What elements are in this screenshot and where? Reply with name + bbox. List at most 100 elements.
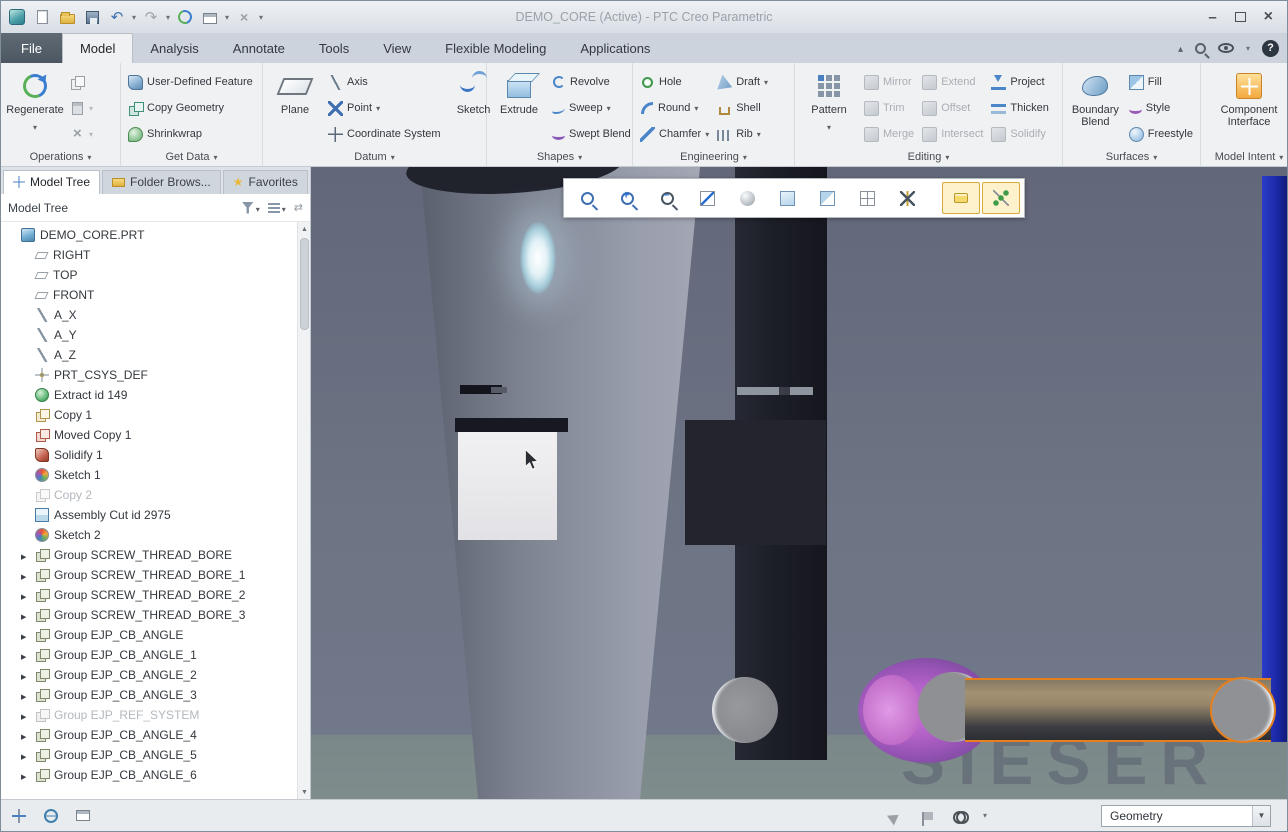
close-window-icon[interactable] (234, 7, 254, 27)
scroll-up-icon[interactable]: ▲ (298, 222, 310, 236)
tree-item[interactable]: FRONT (1, 285, 297, 305)
regenerate-quick-icon[interactable] (175, 7, 195, 27)
revolve-button[interactable]: Revolve (549, 69, 634, 95)
saved-orientations-button[interactable] (848, 182, 886, 214)
shapes-group-label[interactable]: Shapes (487, 148, 632, 166)
open-file-icon[interactable] (57, 7, 77, 27)
tree-item[interactable]: Group EJP_CB_ANGLE_6 (1, 765, 297, 785)
resume-arrow-icon[interactable] (887, 806, 907, 826)
navigator-toggle-icon[interactable] (9, 806, 29, 826)
tab-model-tree[interactable]: Model Tree (3, 170, 100, 194)
tree-item[interactable]: Group EJP_CB_ANGLE_2 (1, 665, 297, 685)
tree-item[interactable]: Sketch 2 (1, 525, 297, 545)
expand-arrow-icon[interactable] (21, 628, 30, 642)
expand-arrow-icon[interactable] (21, 728, 30, 742)
shaded-view-button[interactable] (728, 182, 766, 214)
mirror-button[interactable]: Mirror (861, 69, 917, 95)
tree-item[interactable]: DEMO_CORE.PRT (1, 225, 297, 245)
tab-file[interactable]: File (1, 33, 62, 63)
tree-item[interactable]: Extract id 149 (1, 385, 297, 405)
freestyle-button[interactable]: Freestyle (1126, 121, 1196, 147)
point-button[interactable]: Point (325, 95, 444, 121)
shell-button[interactable]: Shell (714, 95, 771, 121)
spin-center-button[interactable] (982, 182, 1020, 214)
offset-button[interactable]: Offset (919, 95, 986, 121)
expand-arrow-icon[interactable] (21, 708, 30, 722)
tree-item[interactable]: A_Y (1, 325, 297, 345)
expand-arrow-icon[interactable] (21, 648, 30, 662)
model-cylinder-end[interactable] (712, 677, 778, 743)
extend-button[interactable]: Extend (919, 69, 986, 95)
boundary-blend-button[interactable]: Boundary Blend (1067, 66, 1124, 128)
redo-icon[interactable] (141, 7, 161, 27)
tree-item[interactable]: RIGHT (1, 245, 297, 265)
display-style-button[interactable] (768, 182, 806, 214)
swept-blend-button[interactable]: Swept Blend (549, 121, 634, 147)
tree-item[interactable]: A_Z (1, 345, 297, 365)
windows-dropdown-icon[interactable]: ▾ (225, 13, 229, 22)
close-button[interactable] (1264, 8, 1273, 26)
zoom-out-button[interactable]: − (648, 182, 686, 214)
tree-settings-button[interactable]: ⇄ (294, 201, 303, 214)
regenerate-button[interactable]: Regenerate (5, 66, 65, 133)
chamfer-button[interactable]: Chamfer (637, 121, 712, 147)
hole-button[interactable]: Hole (637, 69, 712, 95)
rib-button[interactable]: Rib (714, 121, 771, 147)
pattern-button[interactable]: Pattern (799, 66, 859, 133)
model-blue-part[interactable] (1262, 176, 1287, 742)
extrude-button[interactable]: Extrude (491, 66, 547, 116)
engineering-group-label[interactable]: Engineering (633, 148, 794, 166)
save-icon[interactable] (82, 7, 102, 27)
tree-item[interactable]: Group EJP_CB_ANGLE_5 (1, 745, 297, 765)
tab-model[interactable]: Model (62, 33, 133, 63)
scrollbar-thumb[interactable] (300, 238, 309, 330)
selection-filter-dropdown-icon[interactable]: ▼ (1252, 806, 1270, 826)
section-view-button[interactable] (808, 182, 846, 214)
tree-item[interactable]: Copy 1 (1, 405, 297, 425)
expand-arrow-icon[interactable] (21, 548, 30, 562)
command-search-icon[interactable] (1195, 43, 1206, 54)
tree-item[interactable]: PRT_CSYS_DEF (1, 365, 297, 385)
intersect-button[interactable]: Intersect (919, 121, 986, 147)
plane-button[interactable]: Plane (267, 66, 323, 116)
maximize-button[interactable] (1235, 12, 1246, 22)
expand-arrow-icon[interactable] (21, 688, 30, 702)
tab-folder-browser[interactable]: Folder Brows... (102, 170, 221, 194)
tree-item[interactable]: Group EJP_CB_ANGLE_3 (1, 685, 297, 705)
copy-button[interactable] (67, 69, 96, 95)
expand-arrow-icon[interactable] (21, 588, 30, 602)
surfaces-group-label[interactable]: Surfaces (1063, 148, 1200, 166)
tab-flexible-modeling[interactable]: Flexible Modeling (428, 33, 563, 63)
paste-button[interactable] (67, 95, 96, 121)
tree-item[interactable]: Group EJP_CB_ANGLE_1 (1, 645, 297, 665)
tree-item[interactable]: A_X (1, 305, 297, 325)
operations-group-label[interactable]: Operations (1, 148, 120, 166)
selection-filter-combo[interactable]: Geometry ▼ (1101, 805, 1271, 827)
tree-item[interactable]: Group SCREW_THREAD_BORE_2 (1, 585, 297, 605)
tree-item[interactable]: Assembly Cut id 2975 (1, 505, 297, 525)
expand-arrow-icon[interactable] (21, 768, 30, 782)
style-button[interactable]: Style (1126, 95, 1196, 121)
find-dropdown-icon[interactable]: ▾ (983, 811, 987, 820)
merge-button[interactable]: Merge (861, 121, 917, 147)
sweep-button[interactable]: Sweep (549, 95, 634, 121)
tree-scrollbar[interactable]: ▲ ▼ (297, 222, 310, 799)
expand-arrow-icon[interactable] (21, 668, 30, 682)
expand-arrow-icon[interactable] (21, 748, 30, 762)
web-browser-icon[interactable] (41, 806, 61, 826)
graphics-area[interactable]: SIESER +− (311, 167, 1287, 799)
model-white-face[interactable] (458, 432, 557, 540)
delete-button[interactable] (67, 121, 96, 147)
datum-group-label[interactable]: Datum (263, 148, 486, 166)
tab-analysis[interactable]: Analysis (133, 33, 215, 63)
refit-button[interactable] (688, 182, 726, 214)
tab-applications[interactable]: Applications (563, 33, 667, 63)
thicken-button[interactable]: Thicken (988, 95, 1052, 121)
customize-toolbar-icon[interactable]: ▾ (259, 13, 263, 22)
tab-favorites[interactable]: ★Favorites (223, 170, 308, 194)
scroll-down-icon[interactable]: ▼ (298, 785, 310, 799)
coordinate-system-button[interactable]: Coordinate System (325, 121, 444, 147)
undo-dropdown-icon[interactable]: ▾ (132, 13, 136, 22)
model-pocket-face[interactable] (685, 420, 826, 545)
solidify-button[interactable]: Solidify (988, 121, 1052, 147)
